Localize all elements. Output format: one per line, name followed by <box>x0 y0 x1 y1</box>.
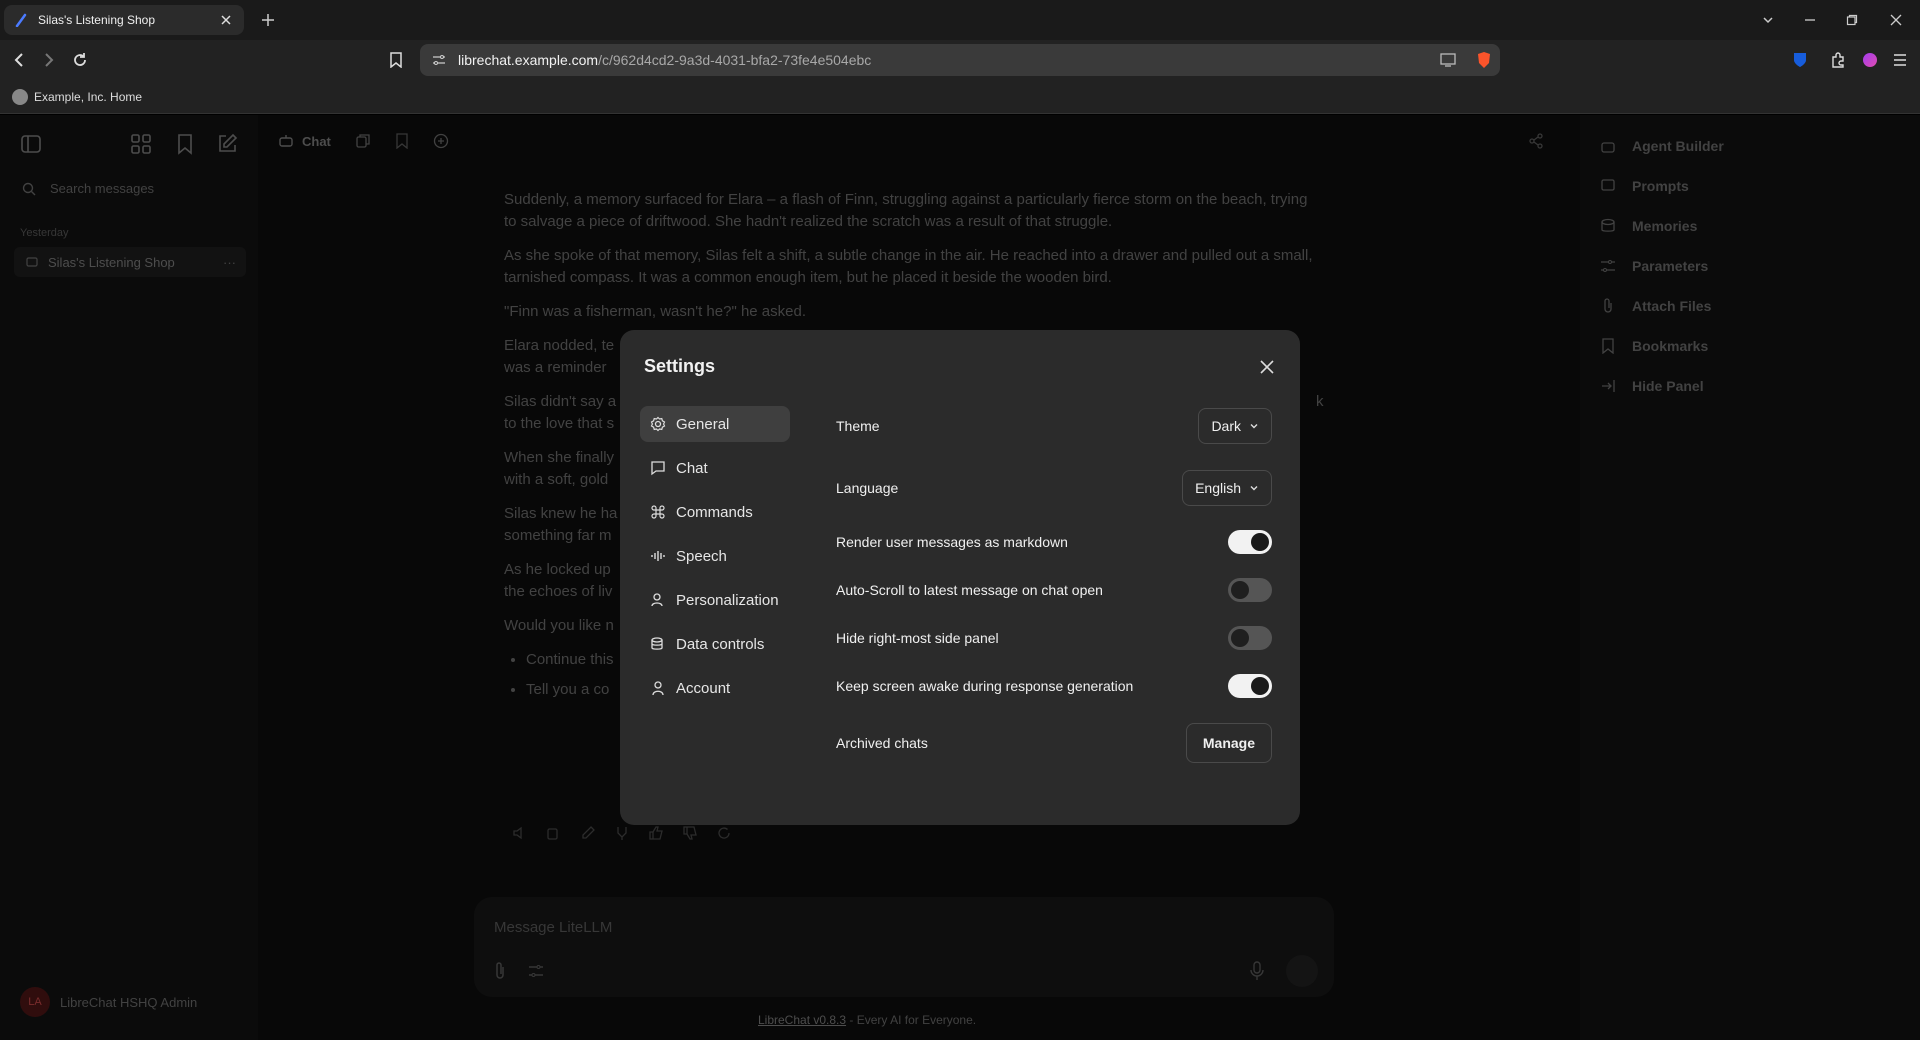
theme-value: Dark <box>1211 418 1241 434</box>
browser-tab[interactable]: Silas's Listening Shop <box>4 5 244 35</box>
theme-setting: Theme Dark <box>836 408 1272 444</box>
nav-label: Personalization <box>676 591 779 609</box>
tab-search-icon[interactable] <box>1758 10 1778 30</box>
toggle-label: Hide right-most side panel <box>836 630 999 646</box>
archived-label: Archived chats <box>836 735 928 751</box>
cast-icon[interactable] <box>1440 53 1456 67</box>
new-tab-icon[interactable] <box>258 10 278 30</box>
database-icon <box>651 637 663 650</box>
chevron-down-icon <box>1250 486 1258 491</box>
language-select[interactable]: English <box>1182 470 1272 506</box>
autoscroll-setting: Auto-Scroll to latest message on chat op… <box>836 578 1272 602</box>
feather-icon <box>15 13 27 27</box>
language-label: Language <box>836 480 899 496</box>
autoscroll-toggle[interactable] <box>1228 578 1272 602</box>
tab-data-controls[interactable]: Data controls <box>640 626 790 662</box>
tab-general[interactable]: General <box>640 406 790 442</box>
waveform-icon <box>651 551 665 561</box>
close-window-icon[interactable] <box>1886 10 1906 30</box>
globe-icon <box>12 88 28 105</box>
archived-chats-setting: Archived chats Manage <box>836 723 1272 763</box>
close-icon[interactable] <box>1256 356 1278 378</box>
markdown-toggle[interactable] <box>1228 530 1272 554</box>
language-value: English <box>1195 480 1241 496</box>
url-host: librechat.example.com <box>458 52 599 68</box>
bookmarks-bar: Example, Inc. Home <box>0 80 1920 114</box>
bitwarden-extension-icon[interactable] <box>1790 50 1810 70</box>
menu-icon[interactable] <box>1890 50 1910 70</box>
command-icon <box>651 505 665 519</box>
hide-panel-toggle[interactable] <box>1228 626 1272 650</box>
nav-label: General <box>676 415 730 433</box>
url-path: /c/962d4cd2-9a3d-4031-bfa2-73fe4e504ebc <box>598 52 872 68</box>
brave-shields-icon[interactable] <box>1476 51 1492 69</box>
dialog-title: Settings <box>644 356 716 376</box>
toggle-label: Auto-Scroll to latest message on chat op… <box>836 582 1103 598</box>
forward-icon[interactable] <box>38 50 58 70</box>
toggle-label: Render user messages as markdown <box>836 534 1068 550</box>
theme-label: Theme <box>836 418 880 434</box>
markdown-setting: Render user messages as markdown <box>836 530 1272 554</box>
nav-label: Chat <box>676 459 708 477</box>
tab-account[interactable]: Account <box>640 670 790 706</box>
toggle-knob <box>1231 581 1249 599</box>
nav-label: Data controls <box>676 635 765 653</box>
settings-dialog: Settings General Chat Commands Speech Pe… <box>620 330 1300 825</box>
chevron-down-icon <box>1250 424 1258 429</box>
settings-nav: General Chat Commands Speech Personaliza… <box>640 406 790 714</box>
toggle-knob <box>1251 677 1269 695</box>
language-setting: Language English <box>836 470 1272 506</box>
hide-panel-setting: Hide right-most side panel <box>836 626 1272 650</box>
tab-chat[interactable]: Chat <box>640 450 790 486</box>
minimize-icon[interactable] <box>1800 10 1820 30</box>
browser-tab-strip: Silas's Listening Shop <box>0 0 1920 40</box>
person-icon <box>651 593 663 607</box>
extensions-icon[interactable] <box>1828 50 1848 70</box>
tab-commands[interactable]: Commands <box>640 494 790 530</box>
reload-icon[interactable] <box>70 50 90 70</box>
tab-personalization[interactable]: Personalization <box>640 582 790 618</box>
manage-button[interactable]: Manage <box>1185 723 1272 763</box>
profile-icon[interactable] <box>1860 50 1880 70</box>
back-icon[interactable] <box>10 50 30 70</box>
restore-icon[interactable] <box>1842 10 1862 30</box>
toggle-label: Keep screen awake during response genera… <box>836 678 1134 694</box>
bookmark-page-icon[interactable] <box>386 50 406 70</box>
message-icon <box>651 461 665 476</box>
address-bar[interactable]: librechat.example.com /c/962d4cd2-9a3d-4… <box>420 44 1500 76</box>
tab-speech[interactable]: Speech <box>640 538 790 574</box>
nav-label: Commands <box>676 503 753 521</box>
gear-icon <box>650 416 666 432</box>
tab-title: Silas's Listening Shop <box>38 13 156 27</box>
keep-awake-toggle[interactable] <box>1228 674 1272 698</box>
bookmark-link[interactable]: Example, Inc. Home <box>34 90 142 104</box>
toggle-knob <box>1231 629 1249 647</box>
keep-awake-setting: Keep screen awake during response genera… <box>836 674 1272 698</box>
user-icon <box>652 681 664 696</box>
site-settings-icon[interactable] <box>432 53 446 67</box>
toggle-knob <box>1251 533 1269 551</box>
theme-select[interactable]: Dark <box>1198 408 1272 444</box>
close-tab-icon[interactable] <box>218 12 234 28</box>
nav-label: Account <box>676 679 731 697</box>
nav-label: Speech <box>676 547 727 565</box>
